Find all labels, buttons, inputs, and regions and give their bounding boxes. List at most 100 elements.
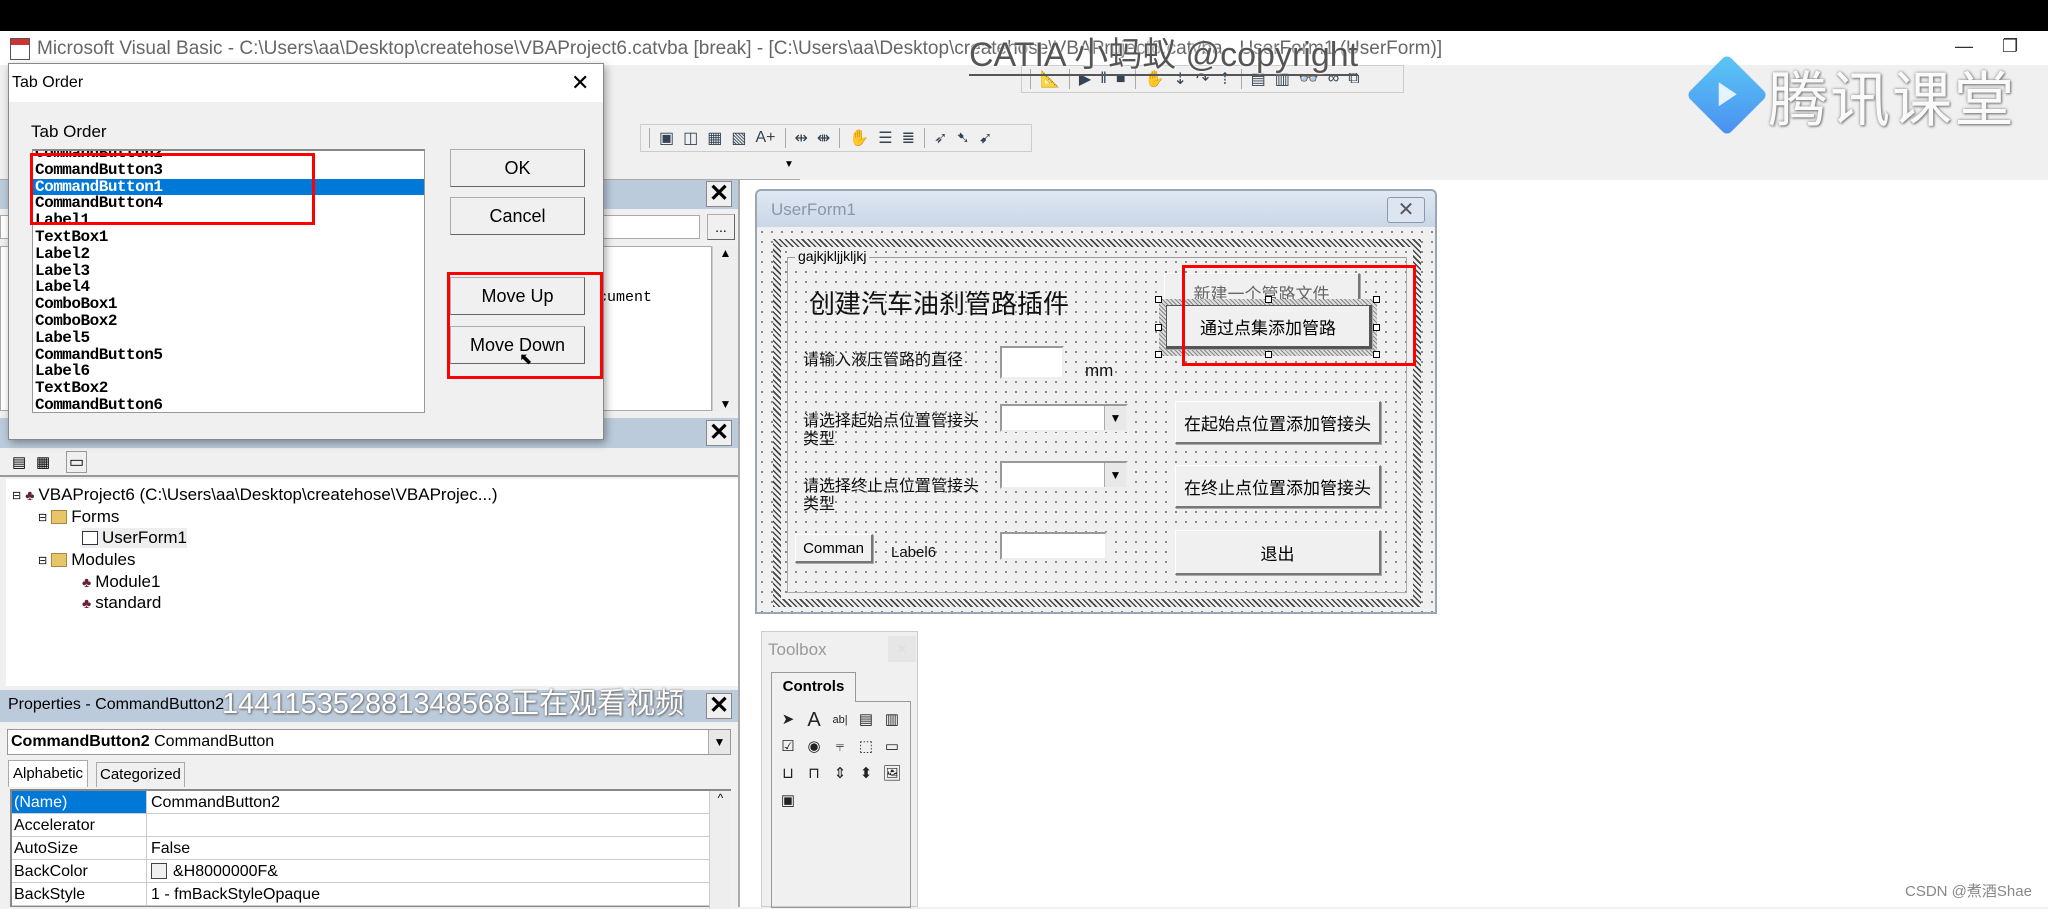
object-selector[interactable]: CommandButton2 CommandButton ▼ (7, 729, 731, 755)
close-icon[interactable]: ✕ (1387, 197, 1425, 223)
tab-controls[interactable]: Controls (771, 672, 856, 702)
tree-modules-folder[interactable]: ⊟ Modules (38, 550, 135, 570)
send-to-back-icon[interactable]: ◫ (683, 128, 698, 148)
list-icon[interactable]: ➷ (956, 128, 969, 148)
list-detail-icon[interactable]: ➹ (979, 128, 992, 148)
property-value[interactable]: &H8000000F& (147, 860, 278, 882)
ellipsis-button[interactable]: ... (707, 214, 735, 240)
togglebutton-icon[interactable]: ⫧ (830, 737, 850, 757)
property-value[interactable]: 1 - fmBackStyleOpaque (147, 883, 320, 905)
tree-item-standard[interactable]: ♣ standard (82, 593, 161, 613)
group-icon[interactable]: ▦ (707, 128, 722, 148)
refedit-icon[interactable]: ▣ (778, 791, 798, 811)
add-end-fitting-button[interactable]: 在终止点位置添加管接头 (1175, 465, 1381, 508)
tree-item-module1[interactable]: ♣ Module1 (82, 572, 160, 592)
textbox-icon[interactable]: ab| (830, 710, 850, 730)
tab-categorized[interactable]: Categorized (96, 762, 185, 787)
start-fitting-combobox[interactable]: ▼ (1000, 404, 1128, 432)
exit-button[interactable]: 退出 (1175, 530, 1381, 575)
view-object-icon[interactable]: ▦ (36, 453, 50, 471)
property-row[interactable]: BackStyle 1 - fmBackStyleOpaque (12, 883, 710, 906)
ungroup-icon[interactable]: ▧ (731, 128, 746, 148)
tree-forms-folder[interactable]: ⊟ Forms (38, 507, 119, 527)
outdent-icon[interactable]: ≣ (902, 128, 915, 148)
list-item[interactable]: Label3 (33, 262, 424, 280)
list-item[interactable]: ComboBox2 (33, 313, 424, 330)
property-value[interactable]: CommandButton2 (147, 791, 280, 813)
list-item[interactable]: CommandButton5 (33, 346, 424, 364)
list-item[interactable]: Label6 (33, 363, 424, 380)
chevron-down-icon[interactable]: ▼ (1104, 406, 1126, 430)
property-row[interactable]: BackColor &H8000000F& (12, 860, 710, 883)
tab-alphabetic[interactable]: Alphabetic (8, 760, 89, 787)
property-value[interactable] (147, 814, 151, 836)
property-row[interactable]: (Name) CommandButton2 (12, 791, 710, 814)
tree-root[interactable]: ⊟ ♣ VBAProject6 (C:\Users\aa\Desktop\creat… (12, 485, 498, 505)
chevron-down-icon[interactable]: ▼ (1104, 463, 1126, 487)
project-tree: ⊟ ♣ VBAProject6 (C:\Users\aa\Desktop\creat… (6, 479, 738, 686)
close-icon[interactable]: ✕ (706, 420, 732, 446)
scrollbar-icon[interactable]: ⇕ (830, 764, 850, 784)
chevron-down-icon[interactable]: ▼ (708, 730, 730, 754)
close-icon[interactable]: ✕ (706, 693, 732, 719)
list-item[interactable]: Label2 (33, 245, 424, 263)
make-same-size-icon[interactable]: ⇼ (817, 128, 830, 148)
add-start-fitting-button[interactable]: 在起始点位置添加管接头 (1175, 401, 1381, 444)
multipage-icon[interactable]: ⊓ (804, 764, 824, 784)
bring-to-front-icon[interactable]: ▣ (659, 128, 674, 148)
close-icon[interactable]: ✕ (571, 70, 589, 96)
property-value-text: 1 - fmBackStyleOpaque (151, 885, 320, 903)
cancel-button[interactable]: Cancel (450, 197, 585, 235)
diameter-label: 请输入液压管路的直径 (803, 352, 964, 369)
toggle-folders-icon[interactable]: ▭ (66, 451, 88, 473)
label6: Label6 (891, 544, 937, 561)
vba-app-icon (10, 38, 30, 60)
folder-icon (51, 553, 68, 567)
textbox2[interactable] (1000, 532, 1107, 560)
module-icon: ♣ (82, 595, 92, 611)
scroll-down-icon[interactable]: ▼ (713, 397, 738, 411)
list-item[interactable]: Label4 (33, 279, 424, 296)
list-item[interactable]: Label5 (33, 329, 424, 347)
spinbutton-icon[interactable]: ⬍ (856, 764, 876, 784)
image-icon[interactable]: 🖼 (882, 764, 902, 784)
vertical-scrollbar[interactable]: ▲ ▼ (712, 246, 738, 411)
close-icon[interactable]: ✕ (706, 181, 732, 207)
list-item[interactable]: ComboBox1 (33, 296, 424, 313)
indent-icon[interactable]: ☰ (878, 128, 892, 148)
optionbutton-icon[interactable]: ◉ (804, 737, 824, 757)
toolbar-separator (649, 128, 650, 148)
commandbutton-icon[interactable]: ▭ (882, 737, 902, 757)
property-value[interactable]: False (147, 837, 190, 859)
view-code-icon[interactable]: ▤ (12, 453, 26, 471)
list-item[interactable]: TextBox1 (33, 229, 424, 246)
toggle-icon[interactable]: ➶ (934, 128, 947, 148)
property-row[interactable]: Accelerator (12, 814, 710, 837)
scroll-up-icon[interactable]: ▲ (713, 246, 738, 260)
property-row[interactable]: AutoSize False (12, 837, 710, 860)
center-icon[interactable]: ⇹ (795, 128, 808, 148)
tabstrip-icon[interactable]: ⊔ (778, 764, 798, 784)
comman-button[interactable]: Comman (795, 534, 873, 563)
toolbar-separator (839, 128, 841, 148)
combobox-icon[interactable]: ▤ (856, 710, 876, 730)
userform-titlebar: UserForm1 ✕ (757, 191, 1435, 227)
pointer-icon[interactable]: ➤ (778, 710, 798, 730)
toolbox-title: Toolbox (768, 640, 827, 659)
label-icon[interactable]: A (804, 710, 824, 730)
end-fitting-combobox[interactable]: ▼ (1000, 461, 1128, 489)
list-item[interactable]: TextBox2 (33, 380, 424, 397)
property-name: (Name) (12, 791, 147, 813)
zoom-icon[interactable]: ✋ (849, 128, 869, 148)
align-icon[interactable]: A+ (756, 129, 776, 147)
tree-item-userform1[interactable]: UserForm1 (82, 528, 188, 548)
ok-button[interactable]: OK (450, 149, 585, 187)
list-item[interactable]: CommandButton6 (33, 397, 424, 412)
close-icon[interactable]: ✕ (888, 636, 916, 662)
diameter-textbox[interactable] (1000, 346, 1064, 379)
chevron-down-icon[interactable]: ▼ (784, 159, 794, 170)
checkbox-icon[interactable]: ☑ (778, 737, 798, 757)
frame-icon[interactable]: ⬚ (856, 737, 876, 757)
vertical-scrollbar[interactable]: ^ (709, 791, 731, 909)
listbox-icon[interactable]: ▥ (882, 710, 902, 730)
